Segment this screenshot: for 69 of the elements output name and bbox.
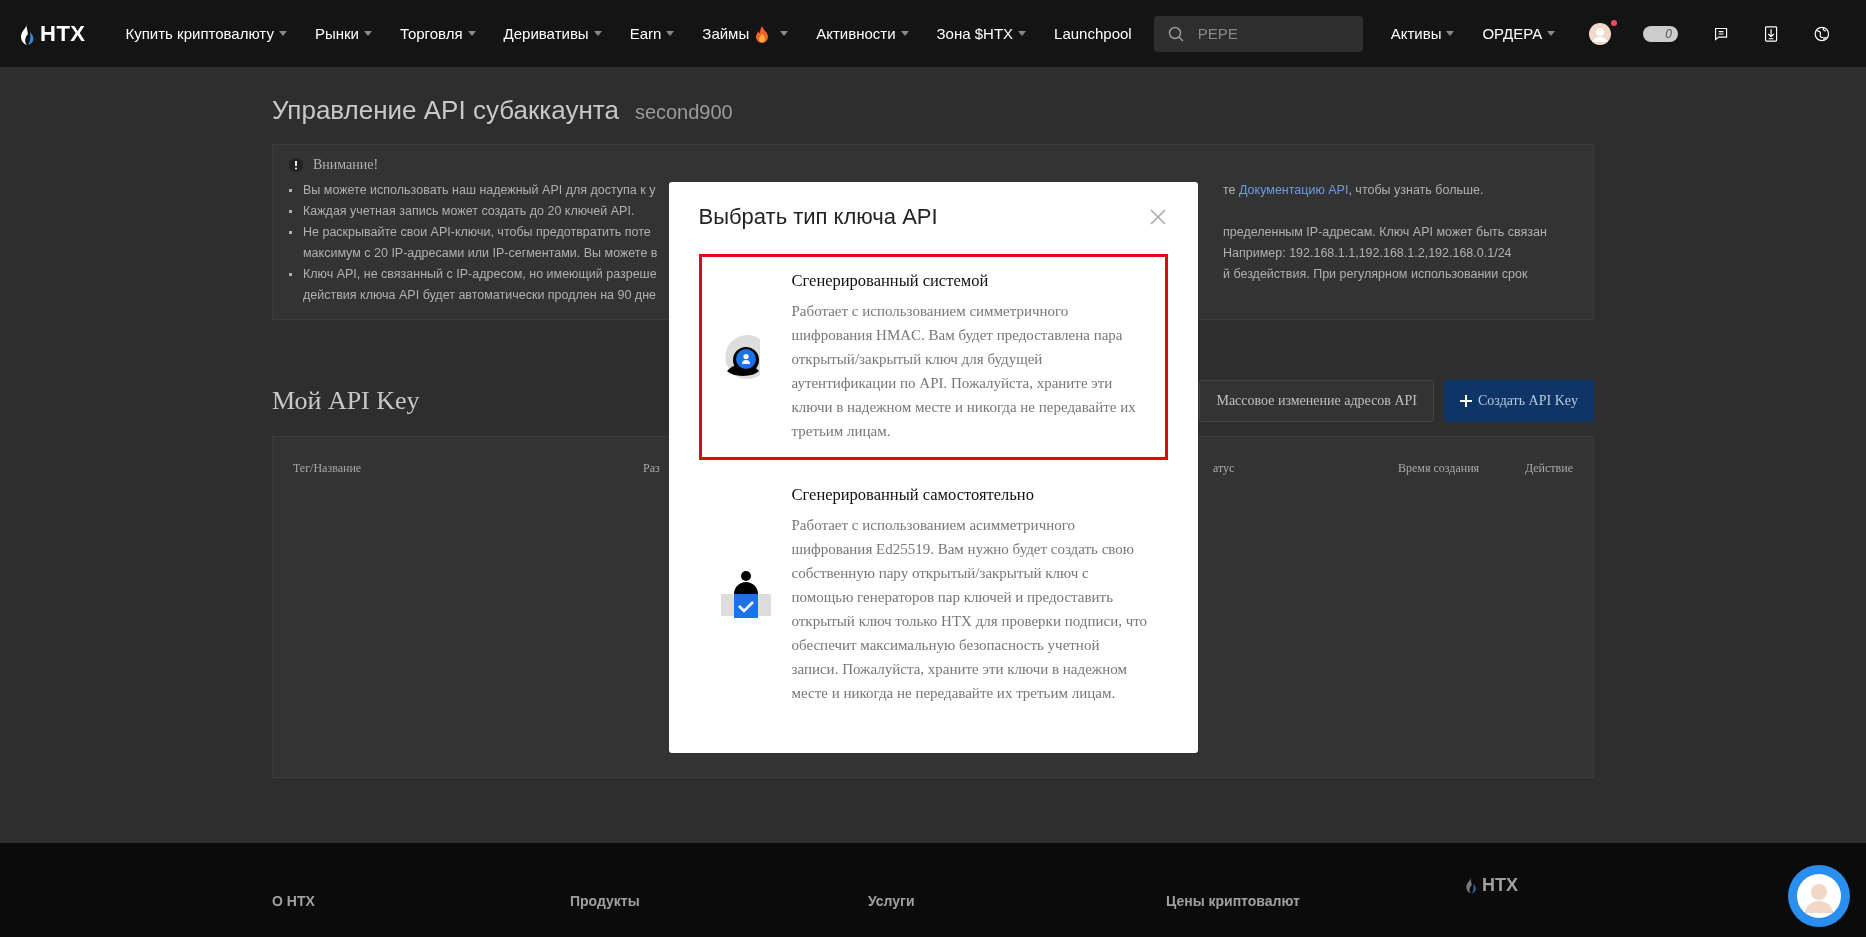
key-type-option[interactable] (698, 254, 1168, 460)
notice-text: действия ключа API будет автоматически продлен на 90 дне (303, 287, 657, 304)
nav-menu-item[interactable]: Купить криптовалюту (125, 25, 287, 42)
search-field[interactable]: PEPE (1153, 15, 1363, 52)
caret-icon (780, 31, 789, 36)
bulk-edit-button[interactable]: Массовое изменение адресов API (1199, 380, 1434, 422)
page-title: Управление API субаккаунта (272, 95, 619, 126)
fire-icon (755, 24, 770, 43)
footer-heading: Продукты (570, 893, 641, 911)
logo-text[interactable]: HTX (40, 20, 86, 47)
nav-menu-item[interactable]: Активности (816, 25, 909, 42)
nav-menu-item[interactable]: Торговля (399, 25, 476, 42)
notice-text: Ключ API, не связанный с IP-адресом, но имеющий разреше (303, 266, 658, 283)
create-api-key-button[interactable]: Создать API Key (1444, 380, 1594, 422)
footer-logo-text: HTX (1482, 874, 1518, 896)
caret-icon (1547, 31, 1556, 36)
nav-menu-item[interactable]: Зона $HTX (936, 25, 1027, 42)
dialog-title: Выбрать тип ключа API (698, 204, 938, 230)
warning-icon (289, 158, 303, 172)
bullet-icon (289, 189, 292, 192)
subaccount-name: second900 (634, 101, 733, 124)
notice-text: пределенным IP-адресам. Ключ API может быть связан (1223, 225, 1547, 239)
footer-heading: Цены криптовалют (1166, 893, 1301, 911)
nav-menu-item[interactable]: Активы (1390, 25, 1455, 42)
option-description: Работает с использованием симметричного шифрования HMAC. Вам будет предоставлена пара открытый/закрытый ключ для будущей аутентификации по API. Пожалуйста, храните эти ключи в надежном месте и никогда не передавайте их третьим лицам. (791, 302, 1137, 441)
option-title: Сгенерированный самостоятельно (791, 485, 1035, 505)
column-header: Раз (643, 461, 661, 476)
nav-menu-item[interactable]: Launchpool (1054, 25, 1132, 42)
footer-heading: О HTX (272, 893, 316, 911)
nav-menu-item[interactable]: Займы (702, 24, 789, 43)
notice-heading: Внимание! (313, 157, 379, 173)
caret-icon (900, 31, 909, 36)
column-header: Тег/Название (293, 461, 363, 476)
section-title: Мой API Key (272, 386, 420, 416)
nav-menu-item[interactable]: Рынки (314, 25, 372, 42)
notice-text: , чтобы узнать больше. (1348, 183, 1484, 197)
download-icon[interactable] (1764, 23, 1779, 44)
notice-text: Например: 192.168.1.1,192.168.1.2,192.168.0.1/24 (1223, 246, 1512, 260)
notice-text: максимум с 20 IP-адресами или IP-сегментами. Вы можете в (303, 245, 659, 262)
caret-icon (278, 31, 287, 36)
column-header: Время создания (1398, 461, 1481, 476)
caret-icon (1446, 31, 1455, 36)
nav-menu-item[interactable]: Деривативы (503, 25, 602, 42)
close-icon (1149, 209, 1166, 225)
nav-menu-item[interactable]: Earn (629, 25, 675, 42)
avatar-icon (1796, 873, 1842, 919)
caret-icon (1018, 31, 1027, 36)
caret-icon (363, 31, 372, 36)
user-checkmark-icon (719, 570, 772, 620)
bullet-icon (289, 210, 292, 213)
caret-icon (666, 31, 675, 36)
column-header: Действие (1524, 461, 1573, 476)
caret-icon (467, 31, 476, 36)
plus-icon (1460, 395, 1472, 407)
caret-icon (593, 31, 602, 36)
nav-menu-item[interactable]: ОРДЕРА (1482, 25, 1556, 42)
notice-text: Каждая учетная запись может создать до 20 ключей API. (303, 203, 636, 220)
notice-text: Не раскрывайте свои API-ключи, чтобы предотвратить поте (303, 224, 652, 241)
bullet-icon (289, 273, 292, 276)
bullet-icon (289, 231, 292, 234)
avatar-icon[interactable] (1589, 22, 1612, 45)
notice-text: Вы можете использовать наш надежный API для доступа к у (303, 182, 657, 199)
option-title: Сгенерированный системой (791, 271, 990, 291)
column-header: атус (1213, 461, 1236, 476)
link-count-badge[interactable]: 0 (1643, 25, 1678, 42)
notice-text: те (1223, 183, 1237, 197)
option-description: Работает с использованием асимметричного шифрования Ed25519. Вам нужно будет создать свою собственную пару открытый/закрытый ключ с помощью генераторов пар ключей и предоставить открытый ключ только HTX для проверки подписи, что обеспечит максимальную безопасность учетной записи. Пожалуйста, храните эти ключи в надежном месте и никогда не передавайте их третьим лицам. (791, 516, 1149, 703)
notice-text: й бездействия. При регулярном использовании срок (1223, 267, 1528, 281)
footer-heading: Услуги (868, 893, 916, 911)
